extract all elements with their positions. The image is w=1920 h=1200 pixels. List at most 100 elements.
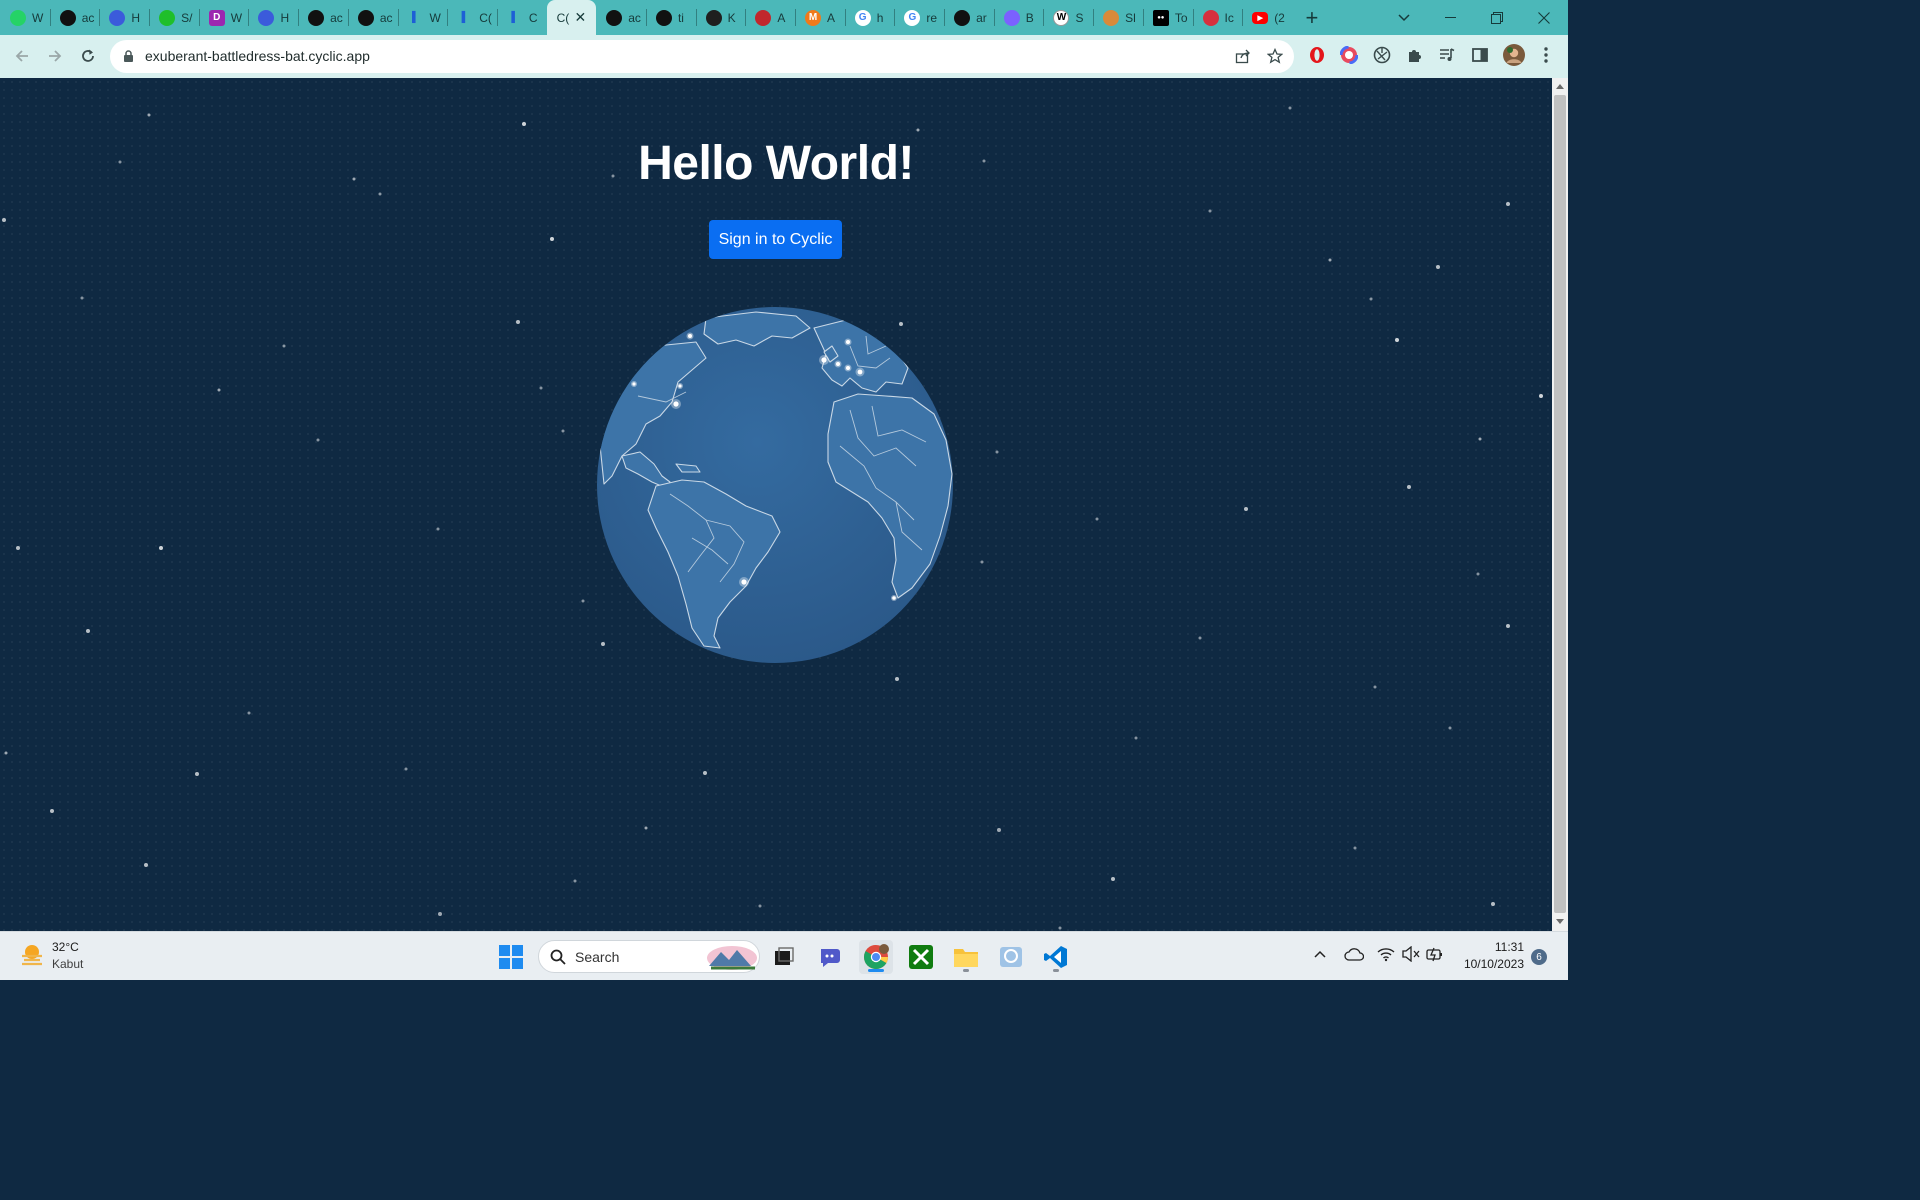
browser-tab[interactable]: B bbox=[993, 0, 1044, 35]
forward-icon[interactable] bbox=[39, 40, 71, 72]
aperture-extension-icon[interactable] bbox=[1372, 45, 1392, 65]
page-heading: Hello World! bbox=[638, 137, 914, 190]
browser-tab[interactable]: Gh bbox=[844, 0, 895, 35]
browser-tab[interactable]: ac bbox=[298, 0, 348, 35]
browser-tab[interactable]: DW bbox=[198, 0, 249, 35]
wikipedia-icon: W bbox=[1053, 9, 1070, 26]
chrome-app-icon[interactable] bbox=[859, 940, 893, 974]
new-tab-button[interactable]: + bbox=[1292, 0, 1332, 35]
clock-date[interactable]: 10/10/2023 bbox=[1452, 957, 1524, 971]
profile-avatar[interactable] bbox=[1503, 44, 1525, 66]
photos-app-icon[interactable] bbox=[994, 940, 1028, 974]
weather-haze-icon[interactable] bbox=[20, 942, 44, 968]
m-app-icon: M bbox=[805, 9, 821, 26]
restore-icon[interactable] bbox=[1481, 0, 1513, 35]
minimize-icon[interactable] bbox=[1434, 0, 1466, 35]
sign-in-button[interactable]: Sign in to Cyclic bbox=[709, 220, 842, 259]
url-text[interactable]: exuberant-battledress-bat.cyclic.app bbox=[145, 48, 370, 64]
browser-tab[interactable]: Ic bbox=[1192, 0, 1243, 35]
chat-app-icon[interactable] bbox=[813, 940, 847, 974]
search-icon bbox=[550, 949, 566, 965]
github-icon bbox=[357, 9, 374, 26]
browser-tab[interactable]: Gre bbox=[894, 0, 944, 35]
browser-tab[interactable]: MA bbox=[795, 0, 845, 35]
menu-kebab-icon[interactable] bbox=[1536, 45, 1556, 65]
vscode-app-icon[interactable] bbox=[1039, 940, 1073, 974]
github-icon bbox=[954, 9, 971, 26]
extensions-puzzle-icon[interactable] bbox=[1405, 45, 1425, 65]
browser-tab[interactable]: ac bbox=[49, 0, 100, 35]
tab-list: Wac H S/D W Hac ac ▌ W ▌ C(▌ C C(✕ ac ti K A M A Gh Gre ar B W… bbox=[0, 0, 1292, 35]
browser-tab[interactable]: ▶ (2 bbox=[1242, 0, 1292, 35]
volume-muted-icon[interactable] bbox=[1402, 945, 1420, 965]
browser-tab[interactable]: K bbox=[695, 0, 746, 35]
medium-icon: ●● bbox=[1152, 9, 1169, 26]
circle-app-icon bbox=[109, 9, 126, 26]
windows-start-icon[interactable] bbox=[494, 940, 528, 974]
browser-tab[interactable]: H bbox=[248, 0, 298, 35]
back-icon[interactable] bbox=[6, 40, 38, 72]
close-tab-icon[interactable]: ✕ bbox=[575, 10, 587, 24]
bookmark-star-icon[interactable] bbox=[1265, 46, 1285, 66]
browser-tab[interactable]: W bbox=[0, 0, 50, 35]
circle-app-icon bbox=[258, 9, 275, 26]
share-icon[interactable] bbox=[1233, 46, 1253, 66]
tab-title: W bbox=[32, 10, 44, 25]
media-control-icon[interactable] bbox=[1437, 45, 1457, 65]
browser-tab[interactable]: ●● To bbox=[1142, 0, 1193, 35]
browser-tab[interactable]: ▌ C( bbox=[447, 0, 497, 35]
address-bar[interactable]: exuberant-battledress-bat.cyclic.app bbox=[110, 40, 1294, 73]
tab-title: To bbox=[1174, 10, 1188, 25]
browser-tab[interactable]: ac bbox=[347, 0, 398, 35]
browser-tab[interactable]: ac bbox=[596, 0, 646, 35]
weather-temperature[interactable]: 32°C bbox=[52, 940, 79, 954]
browser-tab[interactable]: H bbox=[99, 0, 149, 35]
reload-icon[interactable] bbox=[72, 40, 104, 72]
show-hidden-icons-chevron-icon[interactable] bbox=[1313, 947, 1327, 962]
opera-extension-icon[interactable] bbox=[1307, 45, 1327, 65]
youtube-icon: ▶ bbox=[1252, 11, 1269, 24]
weather-description[interactable]: Kabut bbox=[52, 957, 83, 971]
onedrive-cloud-icon[interactable] bbox=[1344, 947, 1365, 964]
color-picker-extension-icon[interactable] bbox=[1339, 45, 1359, 65]
cyclic-icon: ▌ bbox=[411, 12, 420, 23]
google-icon: G bbox=[854, 9, 871, 26]
side-panel-icon[interactable] bbox=[1470, 45, 1490, 65]
github-icon bbox=[59, 9, 76, 26]
tab-title: ac bbox=[628, 10, 641, 25]
tab-title: H bbox=[131, 10, 141, 25]
file-explorer-icon[interactable] bbox=[949, 940, 983, 974]
tab-title: ti bbox=[677, 10, 684, 25]
lock-icon[interactable] bbox=[124, 50, 133, 62]
tab-title: ac bbox=[379, 10, 393, 25]
xbox-app-icon[interactable] bbox=[904, 940, 938, 974]
tab-title: H bbox=[280, 10, 290, 25]
scrollbar-thumb[interactable] bbox=[1554, 95, 1566, 913]
tab-title: C( bbox=[479, 10, 492, 25]
browser-tab[interactable]: WS bbox=[1043, 0, 1093, 35]
tab-search-icon[interactable] bbox=[1392, 0, 1416, 35]
page-scrollbar[interactable] bbox=[1552, 78, 1568, 931]
notification-badge[interactable]: 6 bbox=[1531, 949, 1547, 965]
scroll-down-arrow-icon[interactable] bbox=[1556, 919, 1564, 924]
task-view-icon[interactable] bbox=[767, 940, 801, 974]
windows-taskbar: 32°C Kabut Search 11:31 10/10/2023 6 bbox=[0, 931, 1568, 980]
browser-tab[interactable]: Sl bbox=[1093, 0, 1143, 35]
battery-charging-icon[interactable] bbox=[1426, 946, 1444, 965]
browser-tab[interactable]: S/ bbox=[149, 0, 199, 35]
browser-tab[interactable]: ar bbox=[944, 0, 994, 35]
browser-tab[interactable]: ▌ C bbox=[496, 0, 547, 35]
browser-tab[interactable]: C(✕ bbox=[546, 0, 597, 35]
google-icon: G bbox=[904, 9, 921, 26]
wifi-icon[interactable] bbox=[1377, 946, 1395, 965]
browser-toolbar: exuberant-battledress-bat.cyclic.app bbox=[0, 35, 1568, 78]
close-window-icon[interactable] bbox=[1528, 0, 1560, 35]
scroll-up-arrow-icon[interactable] bbox=[1556, 84, 1564, 89]
whatsapp-icon bbox=[10, 9, 26, 26]
tab-title: A bbox=[827, 10, 836, 25]
browser-tab[interactable]: ▌ W bbox=[397, 0, 448, 35]
clock-time[interactable]: 11:31 bbox=[1470, 940, 1524, 954]
taskbar-search-box[interactable]: Search bbox=[538, 940, 760, 973]
browser-tab[interactable]: A bbox=[745, 0, 795, 35]
browser-tab[interactable]: ti bbox=[645, 0, 696, 35]
